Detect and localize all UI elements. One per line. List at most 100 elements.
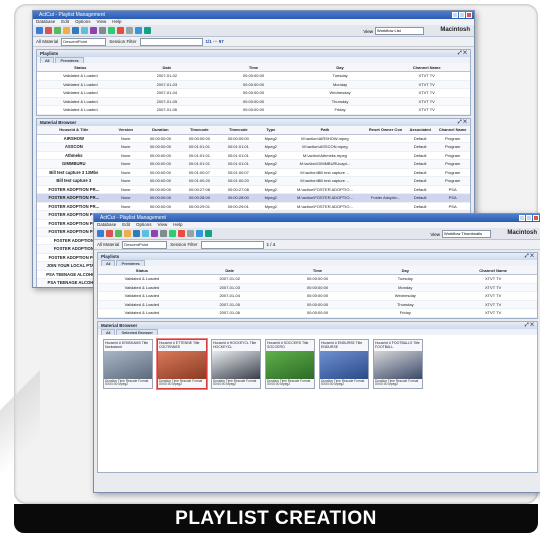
play-icon[interactable] <box>115 230 122 237</box>
column-header[interactable]: Path <box>283 125 367 135</box>
table-row[interactable]: AIRSHOW None 00:00:00:00 00:00:00:00 00:00:0… <box>37 134 470 143</box>
minimize-icon[interactable] <box>519 215 525 221</box>
col-channel[interactable]: Channel Name <box>383 63 470 72</box>
table-row[interactable]: Bill test capture 3 13Mbs None 00:00:00:00… <box>37 168 470 177</box>
folder-icon[interactable] <box>63 27 70 34</box>
tab-premieres[interactable]: Premieres <box>116 260 145 266</box>
column-header[interactable]: Associated <box>405 125 436 135</box>
new-icon[interactable] <box>97 230 104 237</box>
table-row[interactable]: FOSTER ADOPTION PR...None00:00:00:0000:0… <box>37 185 470 194</box>
col-day[interactable]: Day <box>296 63 384 72</box>
new-icon[interactable] <box>36 27 43 34</box>
table-row[interactable]: Validated & Loaded 2007-01-06 00:00:00:00 F… <box>37 105 470 115</box>
col-day[interactable]: Day <box>361 266 450 275</box>
panel-controls-icon[interactable]: ⤢ ✕ <box>458 50 467 57</box>
globe-icon[interactable] <box>144 27 151 34</box>
folder-icon[interactable] <box>124 230 131 237</box>
table-row[interactable]: Validated & Loaded 2007-01-02 00:00:00:00 T… <box>37 71 470 81</box>
table-row[interactable]: Validated & Loaded 2007-01-04 00:00:00:00 W… <box>98 291 537 301</box>
column-header[interactable]: Reset Owner Con <box>366 125 406 135</box>
tab-all[interactable]: All <box>101 328 116 335</box>
col-date[interactable]: Date <box>123 63 211 72</box>
thumbnail-caption: Houseid # SOCCERS Title SOCCERO <box>267 340 309 349</box>
table-cell: Mpeg2 <box>257 202 284 211</box>
refresh-icon[interactable] <box>81 27 88 34</box>
refresh-icon[interactable] <box>142 230 149 237</box>
table-row[interactable]: Validated & Loaded 2007-01-06 00:00:00:00 F… <box>98 308 537 318</box>
close-icon[interactable] <box>466 12 472 18</box>
tab-selected-browser[interactable]: Selected Browser <box>116 328 158 335</box>
save-icon[interactable] <box>133 230 140 237</box>
media-thumbnail[interactable]: Houseid # FOOTBALLS Title FOOTBALL Durati… <box>373 338 423 389</box>
media-thumbnail[interactable]: Houseid # SOCCERS Title SOCCERO Duration … <box>265 338 315 389</box>
table-row[interactable]: Bill test capture 3 None 00:00:00:00 00:01:… <box>37 176 470 186</box>
filter-dropdown[interactable]: DescentPoint <box>122 240 168 249</box>
table-row[interactable]: ASSCON None 00:00:00:00 00:01:01:01 00:01:01… <box>37 142 470 152</box>
table-row[interactable]: GIMMBURU None 00:00:00:00 00:01:01:01 00:01:… <box>37 159 470 169</box>
column-header[interactable]: Timecode <box>218 125 258 135</box>
view-dropdown[interactable]: Workflow Thumbnails <box>442 230 491 238</box>
delete-icon[interactable] <box>178 230 185 237</box>
search-icon[interactable] <box>90 27 97 34</box>
close-icon[interactable] <box>533 215 539 221</box>
panel-controls-icon[interactable]: ⤢ ✕ <box>525 253 534 260</box>
cut-icon[interactable] <box>160 230 167 237</box>
minimize-icon[interactable] <box>452 12 458 18</box>
tab-premieres[interactable]: Premieres <box>55 57 84 63</box>
media-thumbnail[interactable]: Houseid # HOCKEYCL Title HOCKEYCL Duratio… <box>211 338 261 389</box>
col-status[interactable]: Status <box>98 266 186 275</box>
play-icon[interactable] <box>54 27 61 34</box>
column-header[interactable]: Version <box>110 125 141 135</box>
media-thumbnail[interactable]: Houseid # ETTENNE Title COLTENNES Duratio… <box>157 338 207 389</box>
maximize-icon[interactable] <box>459 12 465 18</box>
column-header[interactable]: Channel Name <box>435 125 470 135</box>
save-icon[interactable] <box>72 27 79 34</box>
table-row[interactable]: Validated & Loaded 2007-01-05 00:00:00:00 T… <box>37 97 470 106</box>
table-row[interactable]: FOSTER ADOPTION PR...None00:00:00:0000:0… <box>37 193 470 203</box>
record-icon[interactable] <box>106 230 113 237</box>
col-channel[interactable]: Channel Name <box>449 266 537 275</box>
table-cell: 00:00:00:00 <box>273 291 362 301</box>
filter-dropdown[interactable]: DescentPoint <box>61 37 107 46</box>
panel-controls-icon[interactable]: ⤢ ✕ <box>525 322 534 329</box>
table-row[interactable]: Validated & Loaded 2007-01-05 00:00:00:00 T… <box>98 300 537 309</box>
check-icon[interactable] <box>169 230 176 237</box>
maximize-icon[interactable] <box>526 215 532 221</box>
view-dropdown[interactable]: Workflow List <box>375 27 424 35</box>
column-header[interactable]: Timecode <box>179 125 219 135</box>
table-row[interactable]: Validated & Loaded 2007-01-03 00:00:00:00 M… <box>37 80 470 89</box>
panel-controls-icon[interactable]: ⤢ ✕ <box>458 119 467 126</box>
column-header[interactable]: Houseid & Title <box>37 125 111 135</box>
check-icon[interactable] <box>108 27 115 34</box>
column-header[interactable]: Type <box>257 125 284 135</box>
table-cell: XTVT TV <box>383 105 470 115</box>
tab-all[interactable]: All <box>101 260 116 266</box>
col-date[interactable]: Date <box>185 266 274 275</box>
record-icon[interactable] <box>45 27 52 34</box>
table-row[interactable]: FOSTER ADOPTION PR...None00:00:00:0000:0… <box>37 202 470 211</box>
globe-icon[interactable] <box>205 230 212 237</box>
col-time[interactable]: Time <box>210 63 297 72</box>
session-input[interactable] <box>200 240 264 249</box>
session-input[interactable] <box>139 37 203 46</box>
grid-icon[interactable] <box>126 27 133 34</box>
grid-icon[interactable] <box>187 230 194 237</box>
table-row[interactable]: Validated & Loaded 2007-01-02 00:00:00:00 T… <box>98 274 537 284</box>
table-row[interactable]: Validated & Loaded 2007-01-04 00:00:00:00 W… <box>37 88 470 98</box>
table-row[interactable]: Athmeks None 00:00:00:00 00:01:01:01 00:01:0… <box>37 151 470 160</box>
list-icon[interactable] <box>196 230 203 237</box>
column-header[interactable]: Duration <box>140 125 180 135</box>
list-icon[interactable] <box>135 27 142 34</box>
table-cell: 00:00:00:00 <box>140 202 180 211</box>
col-time[interactable]: Time <box>273 266 362 275</box>
tab-all[interactable]: All <box>40 57 55 63</box>
cut-icon[interactable] <box>99 27 106 34</box>
media-thumbnail[interactable]: Houseid # 878ISKAMS Title Nonkaland Durat… <box>103 338 153 389</box>
delete-icon[interactable] <box>117 27 124 34</box>
col-status[interactable]: Status <box>37 63 124 72</box>
media-thumbnail[interactable]: Houseid # ENDURSE Title ENDURSE Duration … <box>319 338 369 389</box>
page-navigator[interactable]: 1 / 4 <box>267 242 276 247</box>
page-navigator[interactable]: 1/1 ⋯ 97 <box>206 39 224 45</box>
search-icon[interactable] <box>151 230 158 237</box>
table-row[interactable]: Validated & Loaded 2007-01-03 00:00:00:00 M… <box>98 283 537 292</box>
